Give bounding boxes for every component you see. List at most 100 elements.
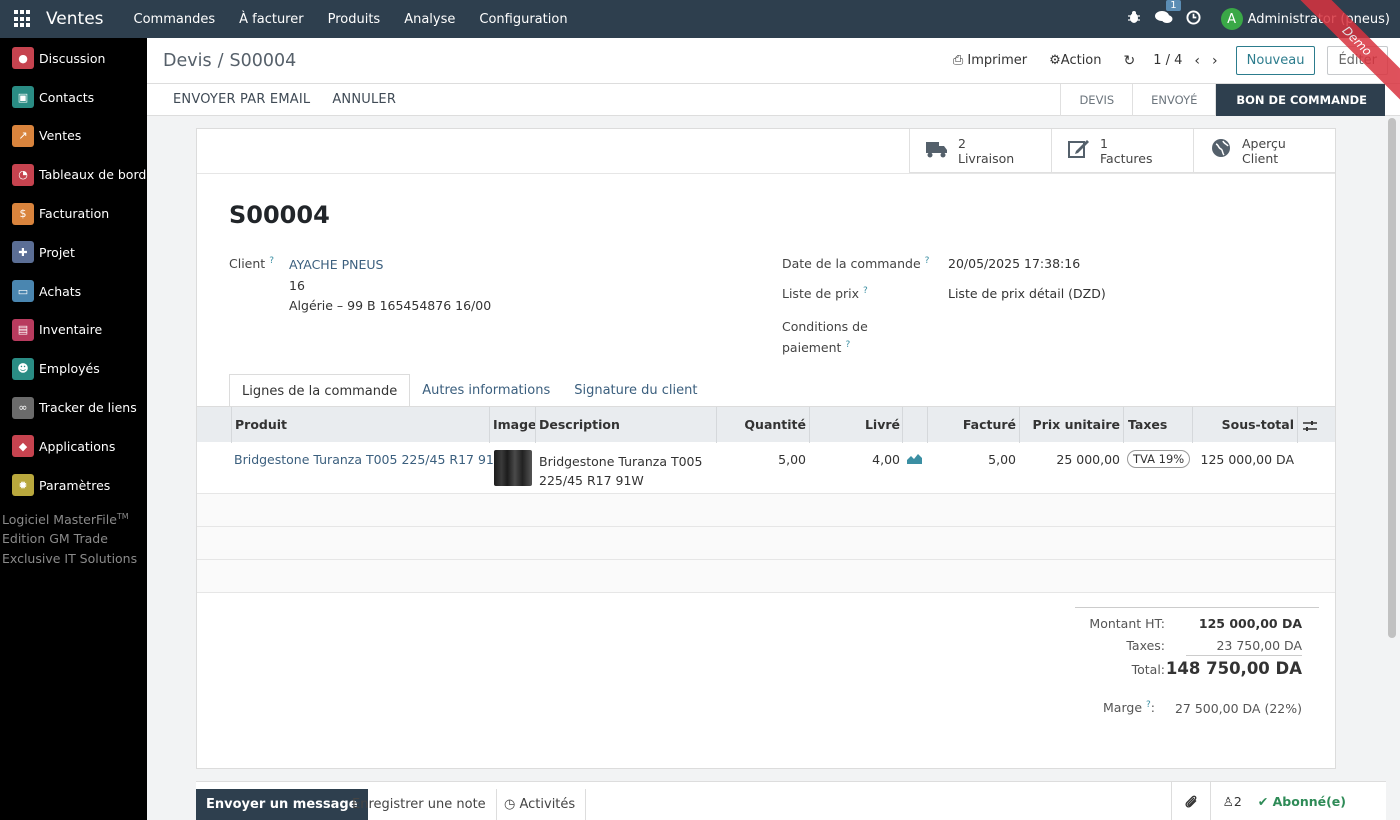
forecast-chart-icon[interactable] bbox=[907, 452, 922, 467]
form-sheet: 2 Livraison 1 Factures Aperçu Client S00004… bbox=[196, 128, 1336, 769]
table-row[interactable]: Bridgestone Turanza T005 225/45 R17 91W … bbox=[197, 442, 1335, 494]
invoices-count: 1 bbox=[1100, 135, 1108, 151]
chevron-left-icon[interactable]: ‹ bbox=[1194, 53, 1200, 69]
truck-icon bbox=[926, 139, 948, 163]
invoices-button[interactable]: 1 Factures bbox=[1051, 129, 1193, 173]
col-subtotal[interactable]: Sous-total bbox=[1196, 407, 1294, 443]
followers-button[interactable]: ♙2 bbox=[1223, 794, 1242, 809]
order-date-label: Date de la commande ? bbox=[782, 256, 929, 271]
pager-value[interactable]: 1 / 4 bbox=[1153, 53, 1182, 68]
sidebar-item-applications[interactable]: ◆ Applications bbox=[0, 427, 147, 466]
stage-devis[interactable]: DEVIS bbox=[1060, 83, 1132, 116]
delivery-label: Livraison bbox=[958, 150, 1015, 166]
contacts-icon: ▣ bbox=[12, 86, 34, 109]
link-icon: ∞ bbox=[12, 396, 34, 419]
client-address-line2: 16 bbox=[289, 278, 305, 293]
row-description-line-2: 225/45 R17 91W bbox=[539, 473, 644, 488]
row-product[interactable]: Bridgestone Turanza T005 225/45 R17 91W bbox=[234, 452, 506, 467]
col-description[interactable]: Description bbox=[539, 407, 620, 443]
payment-terms-label-2: paiement bbox=[782, 340, 842, 356]
activities-button[interactable]: ◷ Activités bbox=[494, 789, 587, 820]
refresh-icon[interactable]: ↻ bbox=[1124, 53, 1136, 69]
sidebar-item-contacts[interactable]: ▣ Contacts bbox=[0, 78, 147, 117]
app-name[interactable]: Ventes bbox=[46, 9, 104, 29]
menu-analyse[interactable]: Analyse bbox=[392, 12, 467, 27]
log-note-button[interactable]: Enregistrer une note bbox=[342, 789, 497, 820]
sidebar-item-facturation[interactable]: $ Facturation bbox=[0, 194, 147, 233]
sidebar-item-label: Ventes bbox=[39, 128, 82, 144]
scrollbar[interactable] bbox=[1388, 118, 1396, 638]
margin-label-text: Marge bbox=[1103, 700, 1143, 716]
sidebar-footer: Logiciel MasterFileTM Edition GM Trade E… bbox=[0, 507, 147, 569]
tab-customer-signature[interactable]: Signature du client bbox=[562, 374, 709, 409]
stage-bon-de-commande[interactable]: BON DE COMMANDE bbox=[1215, 83, 1385, 116]
breadcrumb-separator: / bbox=[217, 50, 224, 71]
sidebar-item-inventaire[interactable]: ▤ Inventaire bbox=[0, 311, 147, 350]
tax-badge: TVA 19% bbox=[1127, 450, 1191, 468]
sidebar-item-label: Paramètres bbox=[39, 477, 111, 493]
breadcrumb-current: S00004 bbox=[229, 50, 297, 71]
help-icon[interactable]: ? bbox=[269, 256, 274, 266]
order-date-value: 20/05/2025 17:38:16 bbox=[948, 256, 1081, 271]
new-button[interactable]: Nouveau bbox=[1235, 46, 1316, 75]
sidebar-item-achats[interactable]: ▭ Achats bbox=[0, 272, 147, 311]
col-delivered[interactable]: Livré bbox=[813, 407, 900, 443]
client-name-link[interactable]: AYACHE PNEUS bbox=[289, 257, 383, 272]
pricelist-value: Liste de prix détail (DZD) bbox=[948, 286, 1106, 301]
sidebar-item-tableaux-de-bord[interactable]: ◔ Tableaux de bord bbox=[0, 155, 147, 194]
record-title: S00004 bbox=[229, 201, 330, 229]
delivery-button[interactable]: 2 Livraison bbox=[909, 129, 1051, 173]
tab-other-info[interactable]: Autres informations bbox=[410, 374, 562, 409]
margin-value: 27 500,00 DA (22%) bbox=[1174, 701, 1302, 716]
product-image[interactable] bbox=[494, 450, 532, 486]
menu-configuration[interactable]: Configuration bbox=[467, 12, 579, 27]
col-taxes[interactable]: Taxes bbox=[1128, 407, 1167, 443]
print-button[interactable]: ⎙ Imprimer bbox=[953, 53, 1027, 68]
subscribed-button[interactable]: ✔ Abonné(e) bbox=[1258, 794, 1346, 809]
footer-line-3: Exclusive IT Solutions bbox=[2, 550, 138, 566]
sidebar-item-projet[interactable]: ✚ Projet bbox=[0, 233, 147, 272]
col-quantity[interactable]: Quantité bbox=[720, 407, 806, 443]
apps-grid-icon[interactable] bbox=[14, 10, 32, 28]
messages-icon[interactable]: 1 bbox=[1149, 0, 1181, 28]
action-label: Action bbox=[1060, 53, 1102, 68]
menu-commandes[interactable]: Commandes bbox=[122, 12, 228, 27]
sidebar-item-employes[interactable]: ☻ Employés bbox=[0, 349, 147, 388]
breadcrumb-parent[interactable]: Devis bbox=[163, 51, 212, 71]
customer-preview-button[interactable]: Aperçu Client bbox=[1193, 129, 1335, 173]
footer-line-1: Logiciel MasterFile bbox=[2, 511, 117, 527]
user-avatar[interactable]: A bbox=[1220, 8, 1243, 30]
payment-terms-label: Conditions de paiement ? bbox=[782, 317, 868, 357]
sidebar-item-discussion[interactable]: ● Discussion bbox=[0, 39, 147, 78]
sidebar-item-label: Achats bbox=[39, 283, 82, 299]
help-icon[interactable]: ? bbox=[845, 340, 850, 350]
col-image[interactable]: Image bbox=[493, 407, 537, 443]
menu-produits[interactable]: Produits bbox=[316, 12, 393, 27]
action-button[interactable]: ⚙Action bbox=[1049, 53, 1101, 68]
menu-a-facturer[interactable]: À facturer bbox=[227, 12, 315, 27]
untaxed-value: 125 000,00 DA bbox=[1198, 616, 1302, 631]
help-icon[interactable]: ? bbox=[863, 286, 868, 296]
col-product[interactable]: Produit bbox=[235, 407, 287, 443]
send-email-button[interactable]: ENVOYER PAR EMAIL bbox=[173, 92, 310, 107]
activities-label: Activités bbox=[519, 797, 576, 812]
chart-icon: ↗ bbox=[12, 124, 34, 147]
cancel-button[interactable]: ANNULER bbox=[332, 92, 396, 107]
clock-icon[interactable] bbox=[1179, 9, 1209, 29]
col-invoiced[interactable]: Facturé bbox=[931, 407, 1016, 443]
column-settings-icon[interactable] bbox=[1303, 407, 1317, 443]
print-label: Imprimer bbox=[967, 53, 1028, 68]
control-panel: Devis / S00004 ⎙ Imprimer ⚙Action ↻ 1 / 4 … bbox=[147, 38, 1400, 84]
col-unit-price[interactable]: Prix unitaire bbox=[1023, 407, 1120, 443]
sidebar-item-tracker-de-liens[interactable]: ∞ Tracker de liens bbox=[0, 388, 147, 427]
chevron-right-icon[interactable]: › bbox=[1212, 53, 1218, 69]
help-icon[interactable]: ? bbox=[925, 256, 930, 266]
bug-icon[interactable] bbox=[1119, 10, 1149, 28]
attachment-icon[interactable] bbox=[1170, 782, 1211, 820]
tab-order-lines[interactable]: Lignes de la commande bbox=[229, 374, 411, 409]
stage-envoye[interactable]: ENVOYÉ bbox=[1132, 83, 1215, 116]
footer-tm: TM bbox=[116, 511, 129, 521]
sidebar-item-ventes[interactable]: ↗ Ventes bbox=[0, 117, 147, 156]
row-description: Bridgestone Turanza T005 225/45 R17 91W bbox=[539, 452, 702, 490]
sidebar-item-parametres[interactable]: ✹ Paramètres bbox=[0, 466, 147, 505]
